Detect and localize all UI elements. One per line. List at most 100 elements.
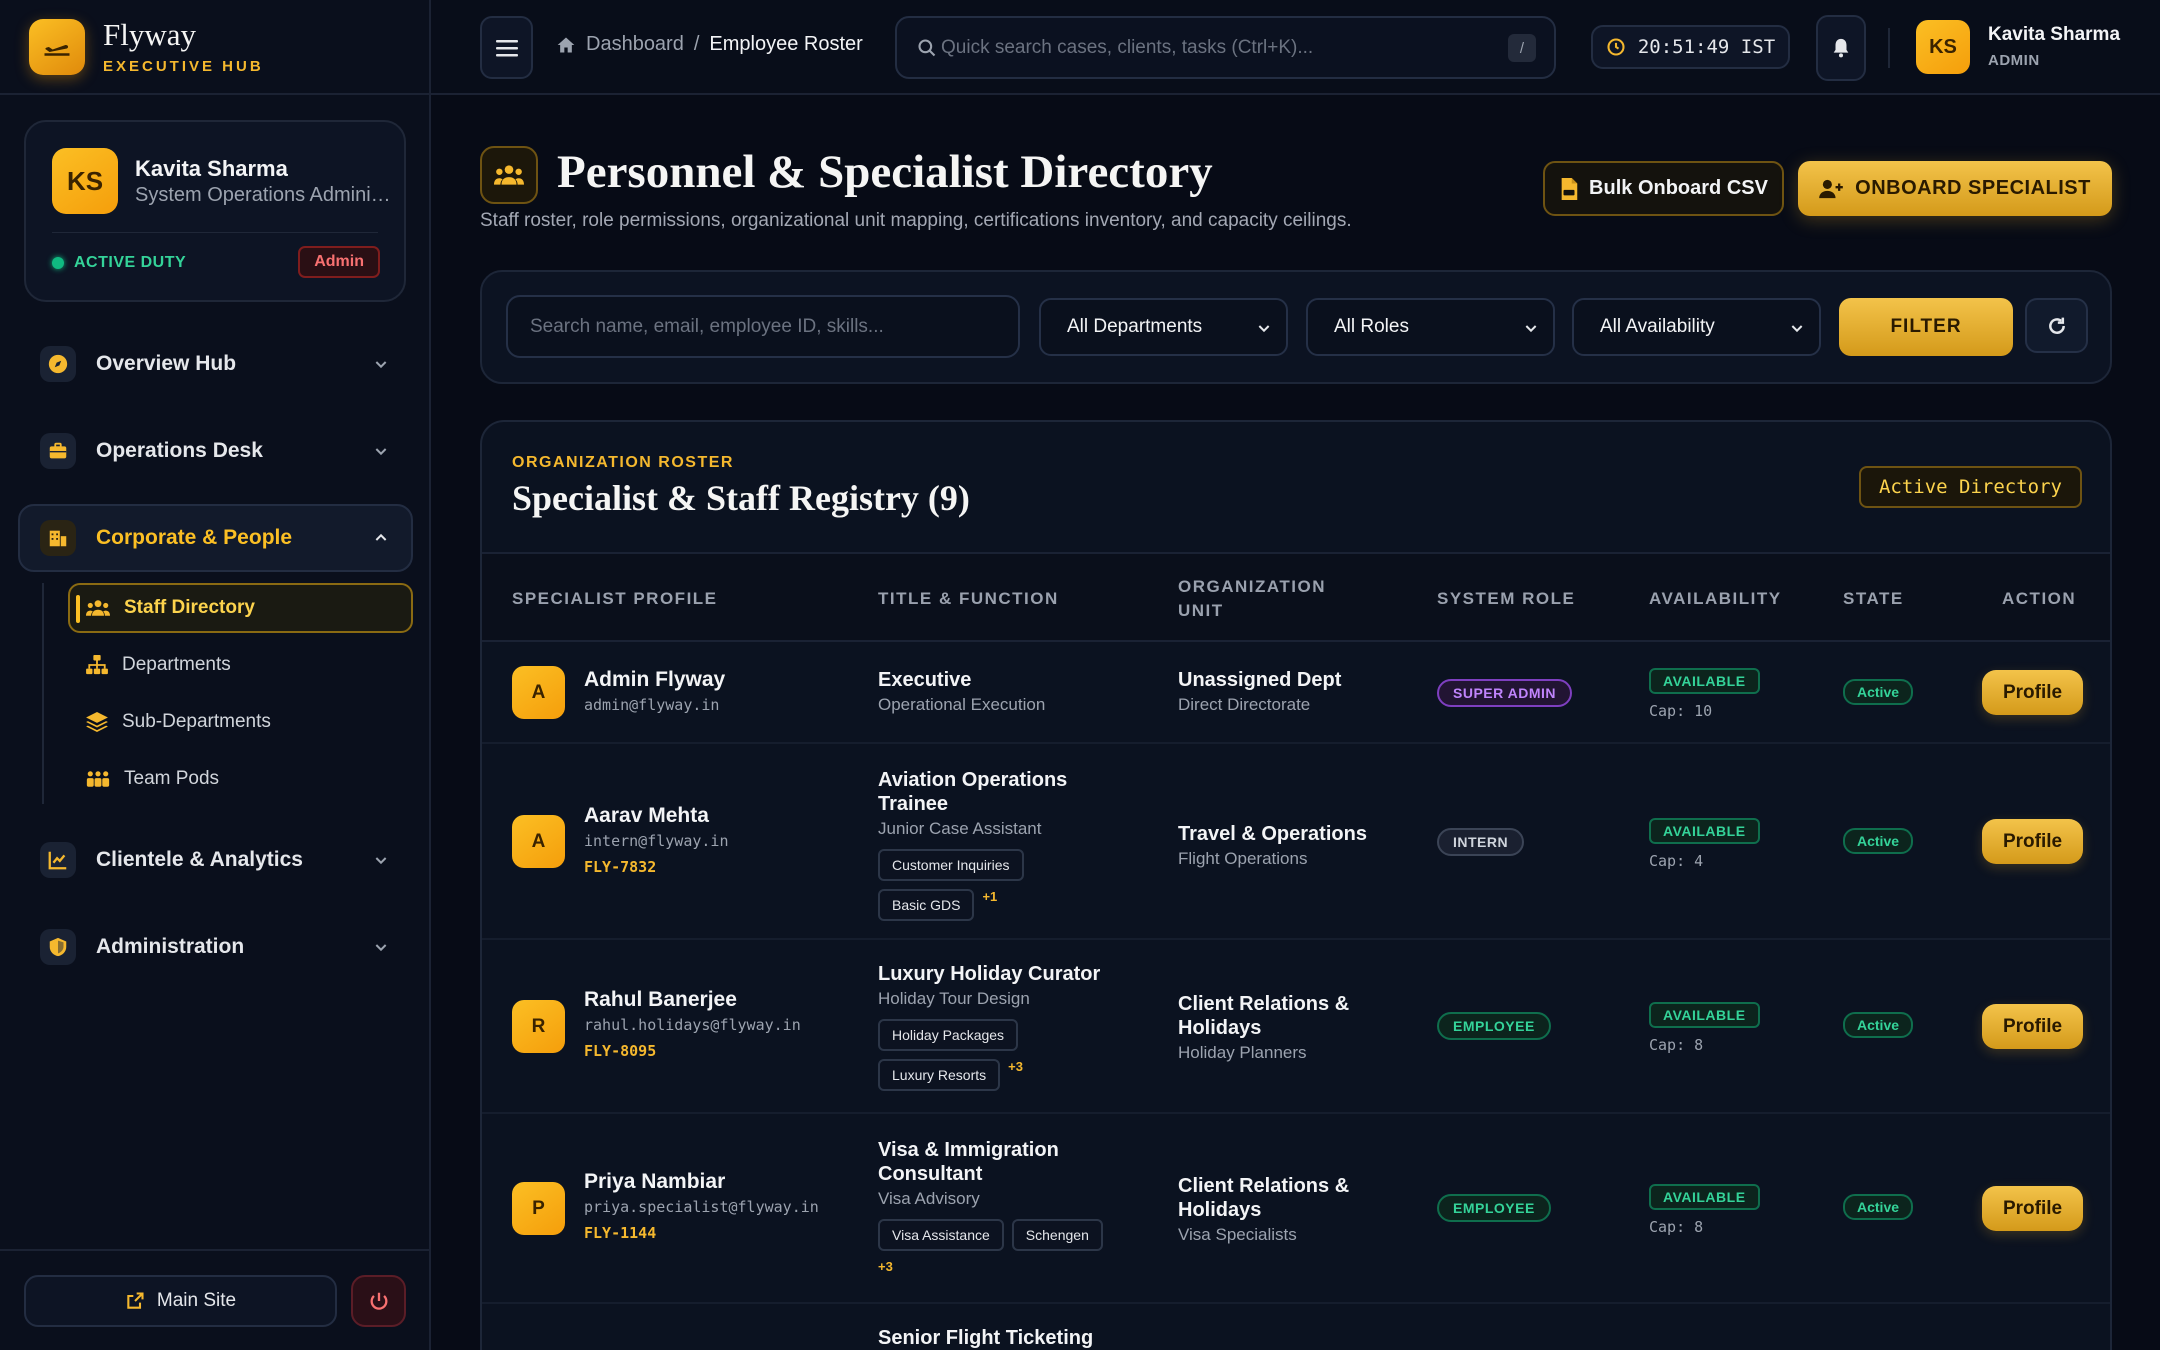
column-header-action: ACTION [2002, 589, 2077, 609]
sidebar-item-corporate-people[interactable]: Corporate & People [18, 504, 413, 572]
chevron-down-icon [375, 944, 387, 952]
skill-chip: Schengen [1011, 1219, 1103, 1251]
more-skills[interactable]: +3 [878, 1259, 893, 1274]
brand-subtitle: EXECUTIVE HUB [103, 57, 264, 75]
unit-cell: Client Relations & Holidays Visa Special… [1178, 1174, 1378, 1245]
divider [1888, 28, 1890, 68]
sidebar-item-clientele-analytics[interactable]: Clientele & Analytics [18, 826, 413, 894]
state-badge: Active [1843, 1012, 1914, 1038]
sidebar-item-sub-departments[interactable]: Sub-Departments [68, 697, 413, 747]
roster-panel: ORGANIZATION ROSTER Specialist & Staff R… [480, 420, 2112, 1350]
profile-cell: Aarav Mehta intern@flyway.in FLY-7832 [584, 804, 729, 876]
availability-cell: AVAILABLE Cap: 8 [1649, 1184, 1760, 1236]
sidebar-item-team-pods[interactable]: Team Pods [68, 754, 413, 804]
status-dot-icon [52, 257, 64, 269]
global-search-input[interactable]: Quick search cases, clients, tasks (Ctrl… [895, 16, 1556, 79]
department-select-value: All Departments [1067, 316, 1203, 337]
availability-badge: AVAILABLE [1649, 1184, 1760, 1210]
user-role: ADMIN [1988, 52, 2040, 69]
profile-button[interactable]: Profile [1982, 1186, 2083, 1231]
org-sub-unit: Holiday Planners [1178, 1043, 1307, 1062]
panel-title: Specialist & Staff Registry (9) [512, 478, 970, 518]
avatar: R [512, 1000, 565, 1053]
more-skills[interactable]: +3 [1008, 1059, 1023, 1074]
breadcrumb-dashboard[interactable]: Dashboard [586, 33, 684, 56]
filter-button[interactable]: FILTER [1839, 298, 2013, 356]
table-row: Senior Flight Ticketing [482, 1304, 2110, 1350]
org-unit: Travel & Operations [1178, 823, 1367, 845]
org-unit: Client Relations & Holidays [1178, 993, 1350, 1039]
bulk-onboard-button[interactable]: Bulk Onboard CSV [1543, 161, 1784, 216]
sidebar-item-administration[interactable]: Administration [18, 913, 413, 981]
brand[interactable]: Flyway EXECUTIVE HUB [0, 0, 429, 95]
profile-button[interactable]: Profile [1982, 1004, 2083, 1049]
unit-cell: Client Relations & Holidays Holiday Plan… [1178, 992, 1378, 1063]
role-select[interactable]: All Roles [1306, 298, 1555, 356]
user-card: KS Kavita Sharma System Operations Admin… [24, 120, 406, 302]
onboard-specialist-label: ONBOARD SPECIALIST [1855, 177, 2091, 199]
skill-chip: Customer Inquiries [878, 849, 1024, 881]
user-plus-icon [1819, 179, 1843, 198]
skill-chip: Basic GDS [878, 889, 975, 921]
chevron-down-icon [1258, 325, 1270, 333]
chart-line-icon [40, 842, 76, 878]
sidebar-item-label: Overview Hub [96, 352, 237, 375]
profile-button[interactable]: Profile [1982, 670, 2083, 715]
table-row: R Rahul Banerjee rahul.holidays@flyway.i… [482, 940, 2110, 1114]
profile-button[interactable]: Profile [1982, 819, 2083, 864]
onboard-specialist-button[interactable]: ONBOARD SPECIALIST [1798, 161, 2112, 216]
plane-icon [29, 18, 85, 75]
users-icon [480, 146, 538, 204]
specialist-name[interactable]: Rahul Banerjee [584, 988, 801, 1012]
state-badge: Active [1843, 828, 1914, 854]
sidebar-item-label: Team Pods [124, 768, 220, 789]
user-menu[interactable]: Kavita Sharma ADMIN [1988, 24, 2120, 69]
table-row: P Priya Nambiar priya.specialist@flyway.… [482, 1114, 2110, 1304]
more-skills[interactable]: +1 [982, 889, 997, 904]
job-function: Holiday Tour Design [878, 989, 1030, 1008]
title-cell: Visa & Immigration Consultant Visa Advis… [878, 1138, 1118, 1274]
sidebar-item-overview-hub[interactable]: Overview Hub [18, 330, 413, 398]
chevron-down-icon [1791, 325, 1803, 333]
sidebar-item-staff-directory[interactable]: Staff Directory [68, 583, 413, 633]
layers-icon [86, 712, 108, 732]
roster-search-input[interactable]: Search name, email, employee ID, skills.… [506, 295, 1020, 358]
corporate-subnav: Staff Directory Departments Sub-Departme… [42, 583, 413, 804]
menu-toggle-button[interactable] [480, 16, 533, 79]
skills-list: Customer Inquiries Basic GDS +1 [878, 849, 1068, 921]
job-title: Visa & Immigration Consultant [878, 1139, 1059, 1185]
avatar[interactable]: KS [1916, 20, 1970, 74]
job-title: Aviation Operations Trainee [878, 769, 1068, 815]
user-role: System Operations Administrator [135, 184, 397, 206]
avatar: A [512, 815, 565, 868]
skills-list: Holiday Packages Luxury Resorts +3 [878, 1019, 1068, 1091]
specialist-name[interactable]: Priya Nambiar [584, 1170, 819, 1194]
specialist-email: priya.specialist@flyway.in [584, 1198, 819, 1216]
bell-icon [1833, 38, 1849, 58]
availability-badge: AVAILABLE [1649, 1002, 1760, 1028]
roster-search-placeholder: Search name, email, employee ID, skills.… [530, 315, 884, 337]
specialist-email: rahul.holidays@flyway.in [584, 1016, 801, 1034]
employee-id: FLY-7832 [584, 858, 657, 876]
users-icon [86, 600, 110, 616]
power-icon [370, 1292, 387, 1310]
avatar: P [512, 1182, 565, 1235]
department-select[interactable]: All Departments [1039, 298, 1288, 356]
availability-select[interactable]: All Availability [1572, 298, 1821, 356]
profile-cell: Priya Nambiar priya.specialist@flyway.in… [584, 1170, 819, 1242]
sidebar-item-departments[interactable]: Departments [68, 640, 413, 690]
sidebar: Flyway EXECUTIVE HUB KS Kavita Sharma Sy… [0, 0, 431, 1350]
sidebar-item-label: Sub-Departments [122, 711, 271, 732]
sidebar-item-operations-desk[interactable]: Operations Desk [18, 417, 413, 485]
column-header-availability: AVAILABILITY [1649, 589, 1782, 609]
skills-list: Visa Assistance Schengen +3 [878, 1219, 1118, 1274]
main-site-button[interactable]: Main Site [24, 1275, 337, 1327]
table-header: SPECIALIST PROFILE TITLE & FUNCTION ORGA… [482, 552, 2110, 642]
refresh-button[interactable] [2025, 298, 2088, 353]
specialist-name[interactable]: Admin Flyway [584, 668, 725, 692]
notifications-button[interactable] [1816, 15, 1866, 81]
chevron-down-icon [375, 857, 387, 865]
logout-button[interactable] [351, 1275, 406, 1327]
specialist-name[interactable]: Aarav Mehta [584, 804, 729, 828]
chevron-down-icon [375, 448, 387, 456]
